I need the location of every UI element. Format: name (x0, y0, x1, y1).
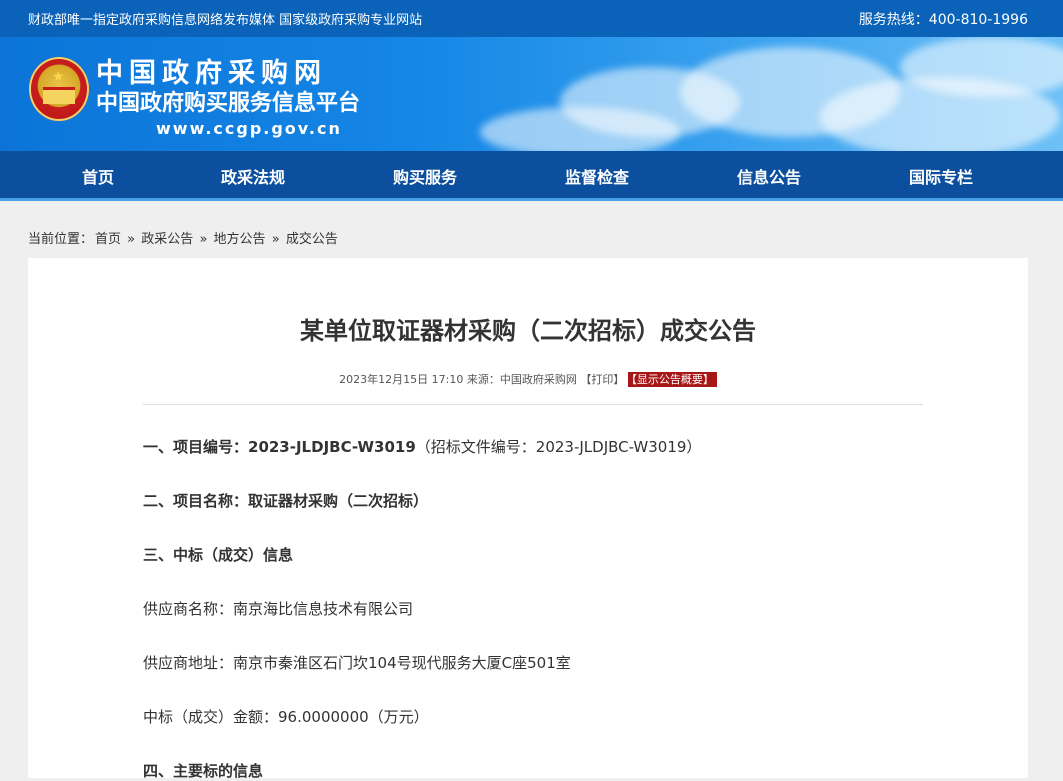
article-line: 供应商名称：南京海比信息技术有限公司 (143, 600, 414, 618)
meta-text: 2023年12月15日 17:10 来源：中国政府采购网 【打印】 (339, 373, 625, 386)
site-logo[interactable]: 中国政府采购网 中国政府购买服务信息平台 www.ccgp.gov.cn (96, 59, 360, 139)
breadcrumb-label: 当前位置： (28, 232, 94, 247)
nav-international[interactable]: 国际专栏 (909, 164, 973, 188)
breadcrumb-gov-announcements[interactable]: 政采公告 (141, 232, 193, 247)
divider (143, 404, 923, 405)
article-line: 一、项目编号：2023-JLDJBC-W3019（招标文件编号：2023-JLD… (143, 438, 702, 456)
breadcrumb-separator: » (199, 232, 208, 247)
article-meta: 2023年12月15日 17:10 来源：中国政府采购网 【打印】 【显示公告概要… (28, 371, 1028, 387)
service-hotline: 服务热线：400-810-1996 (858, 11, 1028, 28)
breadcrumb-separator: » (271, 232, 280, 247)
site-url: www.ccgp.gov.cn (156, 119, 342, 138)
top-bar: 财政部唯一指定政府采购信息网络发布媒体 国家级政府采购专业网站 服务热线：400… (0, 0, 1063, 37)
main-nav: 首页 政采法规 购买服务 监督检查 信息公告 国际专栏 (0, 151, 1063, 201)
nav-regulations[interactable]: 政采法规 (221, 164, 285, 188)
show-summary-button[interactable]: 【显示公告概要】 (628, 372, 717, 387)
article-line: 供应商地址：南京市秦淮区石门坎104号现代服务大厦C座501室 (143, 654, 571, 672)
breadcrumb: 当前位置： 首页 » 政采公告 » 地方公告 » 成交公告 (28, 228, 340, 247)
breadcrumb-separator: » (127, 232, 136, 247)
article-title: 某单位取证器材采购（二次招标）成交公告 (300, 317, 756, 345)
nav-announcements[interactable]: 信息公告 (737, 164, 801, 188)
breadcrumb-local-announcements[interactable]: 地方公告 (214, 232, 266, 247)
breadcrumb-home[interactable]: 首页 (95, 232, 121, 247)
national-emblem-icon[interactable]: ★ (29, 57, 89, 121)
article-line: 中标（成交）金额：96.0000000（万元） (143, 708, 429, 726)
breadcrumb-deal-announcements[interactable]: 成交公告 (286, 232, 338, 247)
article-line: 三、中标（成交）信息 (143, 546, 294, 564)
site-name: 中国政府采购网 (96, 58, 327, 89)
site-subtitle: 中国政府购买服务信息平台 (96, 91, 361, 116)
article-line: 二、项目名称：取证器材采购（二次招标） (143, 492, 429, 510)
nav-supervision[interactable]: 监督检查 (565, 164, 629, 188)
nav-home[interactable]: 首页 (82, 164, 114, 188)
nav-purchase-services[interactable]: 购买服务 (393, 164, 457, 188)
article-card: 某单位取证器材采购（二次招标）成交公告 2023年12月15日 17:10 来源… (28, 258, 1028, 780)
article-line: 四、主要标的信息 (143, 762, 264, 780)
site-slogan: 财政部唯一指定政府采购信息网络发布媒体 国家级政府采购专业网站 (28, 13, 423, 28)
site-banner: ★ 中国政府采购网 中国政府购买服务信息平台 www.ccgp.gov.cn (0, 37, 1063, 151)
